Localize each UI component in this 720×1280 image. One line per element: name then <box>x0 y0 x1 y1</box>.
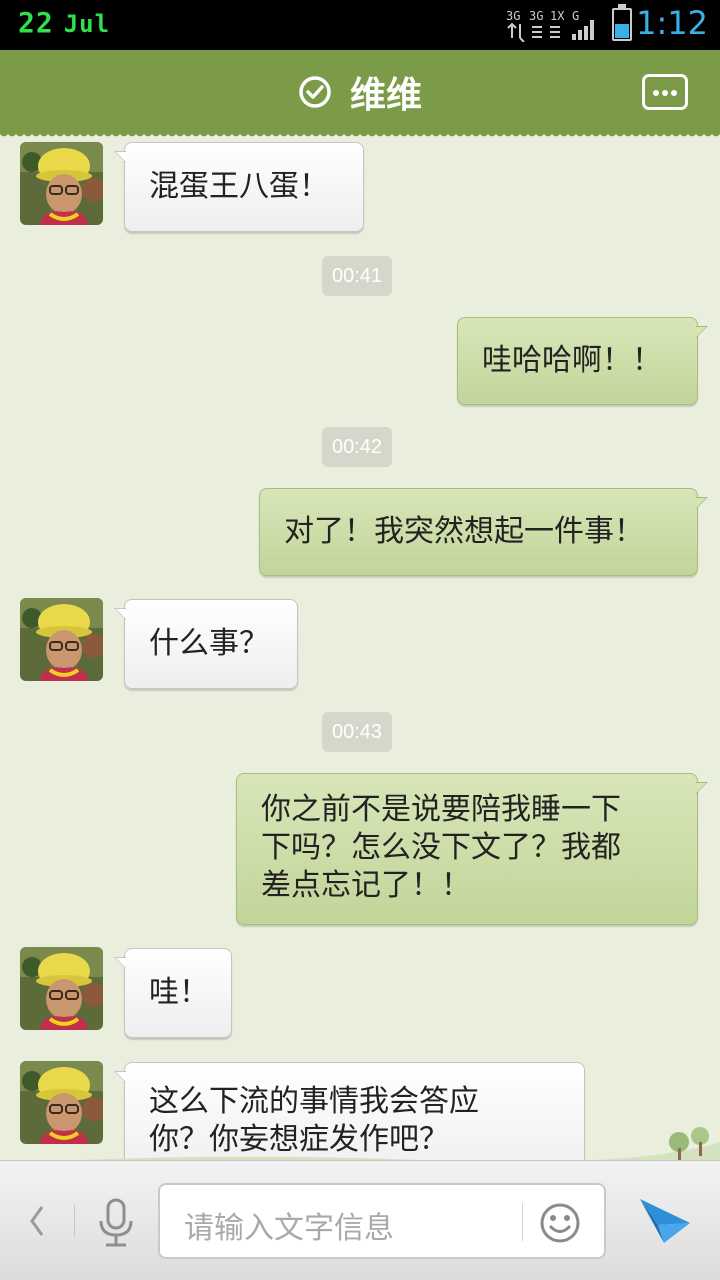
status-time: 1:12 <box>636 4 708 42</box>
contact-avatar[interactable] <box>20 598 103 681</box>
message-line: 差点忘记了！！ <box>261 868 471 903</box>
send-plane-icon[interactable] <box>636 1195 694 1247</box>
message-text: 对了！我突然想起一件事！ <box>284 514 644 549</box>
status-bar: 22 Jul 3G 3G 1X G 1:12 <box>0 0 720 50</box>
microphone-icon[interactable] <box>96 1197 136 1249</box>
message-text: 哇哈哈啊！！ <box>482 343 662 378</box>
status-date: 22 Jul <box>18 6 110 39</box>
message-text: 什么事？ <box>149 626 269 661</box>
back-arrow-icon[interactable] <box>22 1199 52 1243</box>
status-day: 22 <box>18 6 54 39</box>
contact-avatar[interactable] <box>20 947 103 1030</box>
timestamp: 00:43 <box>322 712 393 752</box>
timestamp: 00:42 <box>322 427 393 467</box>
message-text: 混蛋王八蛋！ <box>149 169 329 204</box>
network-signal-icon: 3G 3G 1X G <box>506 9 594 42</box>
svg-text:3G: 3G <box>506 9 520 23</box>
contact-name[interactable]: 维维 <box>350 66 422 118</box>
outgoing-message[interactable]: 你之前不是说要陪我睡一下 下吗？怎么没下文了？我都 差点忘记了！！ <box>236 773 708 925</box>
contact-avatar[interactable] <box>20 142 103 225</box>
timestamp: 00:41 <box>322 256 393 296</box>
incoming-message[interactable]: 什么事？ <box>114 599 298 689</box>
incoming-message[interactable]: 哇！ <box>114 948 232 1038</box>
chat-header: 维维 <box>0 50 720 140</box>
svg-text:1X: 1X <box>550 9 565 23</box>
message-line: 下吗？怎么没下文了？我都 <box>261 830 621 865</box>
message-input-bar: 请输入文字信息 <box>0 1160 720 1280</box>
message-line: 你之前不是说要陪我睡一下 <box>261 792 621 827</box>
input-placeholder: 请输入文字信息 <box>184 1211 394 1246</box>
outgoing-message[interactable]: 对了！我突然想起一件事！ <box>259 488 708 576</box>
outgoing-message[interactable]: 哇哈哈啊！！ <box>457 317 708 405</box>
more-chat-icon[interactable] <box>642 74 688 110</box>
divider <box>522 1203 523 1241</box>
message-line: 这么下流的事情我会答应 <box>149 1084 479 1119</box>
svg-text:3G: 3G <box>529 9 543 23</box>
message-list[interactable]: 混蛋王八蛋！ 00:41 哇哈哈啊！！ 00:42 对了！我突然想起一件事！ 什… <box>0 134 720 1160</box>
incoming-message[interactable]: 混蛋王八蛋！ <box>114 142 364 232</box>
battery-icon <box>612 4 632 41</box>
message-input[interactable]: 请输入文字信息 <box>158 1183 606 1259</box>
check-circle-icon <box>299 76 331 108</box>
smiley-icon[interactable] <box>538 1201 582 1245</box>
svg-text:G: G <box>572 9 579 23</box>
status-month: Jul <box>63 10 111 38</box>
background-hill-decoration <box>80 1127 720 1160</box>
message-text: 哇！ <box>149 975 209 1010</box>
divider <box>74 1205 75 1237</box>
